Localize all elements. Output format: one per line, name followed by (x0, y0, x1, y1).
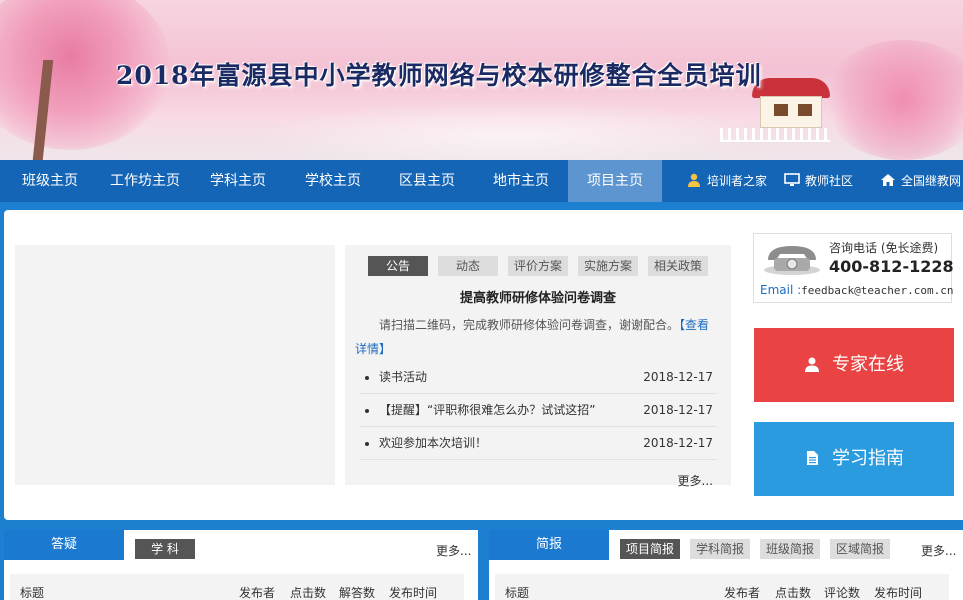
document-icon (807, 451, 818, 465)
news-item[interactable]: 欢迎参加本次培训！ 2018-12-17 (359, 427, 717, 460)
tab-evaluation-plan[interactable]: 评价方案 (508, 256, 568, 276)
banner-title: 2018年富源县中小学教师网络与校本研修整合全员培训 (116, 61, 762, 90)
header-banner: 2018年富源县中小学教师网络与校本研修整合全员培训 (0, 0, 963, 160)
nav-teacher-community[interactable]: 教师社区 (784, 160, 853, 202)
haze-decoration (250, 100, 770, 160)
col-publisher: 发布者 (239, 586, 276, 600)
tab-project-brief[interactable]: 项目简报 (620, 539, 680, 559)
fence-decoration (720, 128, 830, 142)
col-comments: 评论数 (824, 586, 861, 600)
tab-region-brief[interactable]: 区域简报 (830, 539, 890, 559)
bullet-icon (365, 408, 369, 413)
qa-table-header: 标题 发布者 点击数 解答数 发布时间 (10, 574, 464, 600)
announcement-headline[interactable]: 提高教师研修体验问卷调查 (345, 287, 731, 306)
qa-panel: 答疑 学 科 更多... 标题 发布者 点击数 解答数 发布时间 (4, 530, 478, 600)
col-title: 标题 (20, 586, 45, 600)
news-item-date: 2018-12-17 (643, 370, 713, 384)
house-illustration (752, 78, 830, 128)
nav-project-home[interactable]: 项目主页 (568, 160, 662, 202)
study-guide-label: 学习指南 (832, 448, 904, 469)
nav-workshop-home[interactable]: 工作坊主页 (100, 160, 190, 202)
main-panel: 公告 动态 评价方案 实施方案 相关政策 提高教师研修体验问卷调查 请扫描二维码… (4, 210, 963, 520)
col-publish-time: 发布时间 (389, 586, 438, 600)
nav-national-network[interactable]: 全国继教网 (880, 160, 961, 202)
image-slider[interactable] (15, 245, 335, 485)
nav-national-network-label: 全国继教网 (901, 174, 962, 188)
study-guide-button[interactable]: 学习指南 (754, 422, 954, 496)
bullet-icon (365, 441, 369, 446)
nav-class-home[interactable]: 班级主页 (0, 160, 100, 202)
announcement-box: 公告 动态 评价方案 实施方案 相关政策 提高教师研修体验问卷调查 请扫描二维码… (345, 245, 731, 488)
nav-teacher-community-label: 教师社区 (805, 174, 854, 188)
nav-subject-home[interactable]: 学科主页 (190, 160, 286, 202)
news-item-title: 读书活动 (379, 370, 428, 384)
hotline-label: 咨询电话 (免长途费) (829, 239, 938, 256)
tab-news[interactable]: 动态 (438, 256, 498, 276)
qa-more-link[interactable]: 更多... (436, 542, 471, 559)
col-clicks: 点击数 (290, 586, 327, 600)
announcement-summary: 请扫描二维码，完成教师研修体验问卷调查，谢谢配合。【查看详情】 (355, 313, 717, 361)
tab-class-brief[interactable]: 班级简报 (760, 539, 820, 559)
news-item-title: 【提醒】“评职称很难怎么办？试试这招” (379, 403, 596, 417)
email-address[interactable]: feedback@teacher.com.cn (801, 284, 953, 297)
qa-panel-title: 答疑 (4, 530, 124, 560)
news-item-date: 2018-12-17 (643, 403, 713, 417)
monitor-icon (784, 173, 800, 186)
news-more-link[interactable]: 更多... (678, 472, 713, 489)
col-clicks: 点击数 (775, 586, 812, 600)
email-line: Email :feedback@teacher.com.cn (760, 283, 953, 297)
telephone-icon (764, 246, 820, 275)
tab-subject[interactable]: 学 科 (135, 539, 195, 559)
blossom-decoration (823, 40, 963, 160)
col-publish-time: 发布时间 (874, 586, 923, 600)
hotline-number: 400-812-1228 (829, 257, 954, 276)
summary-text: 请扫描二维码，完成教师研修体验问卷调查，谢谢配合。 (379, 318, 680, 332)
news-item-date: 2018-12-17 (643, 436, 713, 450)
hotline-note: (免长途费) (880, 241, 939, 255)
news-item[interactable]: 读书活动 2018-12-17 (359, 361, 717, 394)
tab-announcement[interactable]: 公告 (368, 256, 428, 276)
tab-policies[interactable]: 相关政策 (648, 256, 708, 276)
person-icon (688, 173, 700, 187)
nav-school-home[interactable]: 学校主页 (286, 160, 380, 202)
news-item-title: 欢迎参加本次培训！ (379, 436, 488, 450)
brief-panel: 简报 项目简报 学科简报 班级简报 区域简报 更多... 标题 发布者 点击数 … (489, 530, 963, 600)
main-nav: 班级主页 工作坊主页 学科主页 学校主页 区县主页 地市主页 项目主页 培训者之… (0, 160, 963, 202)
hotline-label-text: 咨询电话 (829, 241, 878, 255)
news-item[interactable]: 【提醒】“评职称很难怎么办？试试这招” 2018-12-17 (359, 394, 717, 427)
brief-more-link[interactable]: 更多... (921, 542, 956, 559)
email-label: Email : (760, 283, 802, 297)
nav-county-home[interactable]: 区县主页 (380, 160, 474, 202)
brief-table-header: 标题 发布者 点击数 评论数 发布时间 (495, 574, 949, 600)
col-publisher: 发布者 (724, 586, 761, 600)
nav-city-home[interactable]: 地市主页 (474, 160, 568, 202)
user-icon (805, 357, 819, 372)
contact-box: 咨询电话 (免长途费) 400-812-1228 Email :feedback… (753, 233, 954, 303)
bullet-icon (365, 375, 369, 380)
nav-trainer-home-label: 培训者之家 (707, 174, 768, 188)
col-title: 标题 (505, 586, 530, 600)
tab-implementation-plan[interactable]: 实施方案 (578, 256, 638, 276)
expert-online-label: 专家在线 (832, 354, 904, 375)
expert-online-button[interactable]: 专家在线 (754, 328, 954, 402)
col-answers: 解答数 (339, 586, 376, 600)
nav-trainer-home[interactable]: 培训者之家 (686, 160, 767, 202)
home-icon (881, 174, 895, 186)
brief-panel-title: 简报 (489, 530, 609, 560)
tab-subject-brief[interactable]: 学科简报 (690, 539, 750, 559)
